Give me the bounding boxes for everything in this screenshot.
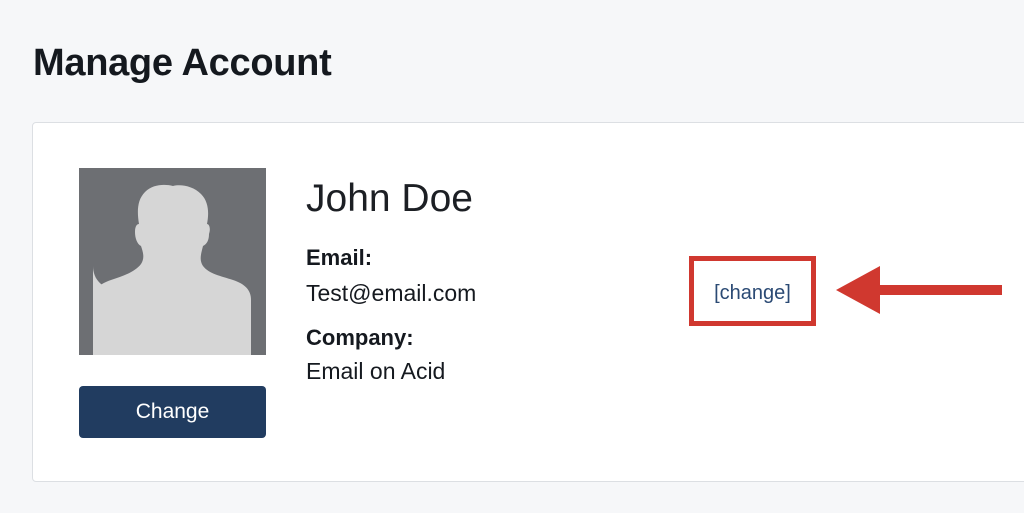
arrow-left-icon — [836, 266, 1002, 314]
change-email-link[interactable]: [change] — [694, 281, 811, 305]
company-value: Email on Acid — [306, 358, 446, 384]
user-name: John Doe — [306, 177, 473, 220]
page-title: Manage Account — [33, 42, 332, 84]
company-label: Company: — [306, 325, 414, 350]
account-card: Change John Doe Email: Test@email.com Co… — [32, 122, 1024, 482]
change-photo-button[interactable]: Change — [79, 386, 266, 438]
annotation-highlight-box: [change] — [689, 256, 816, 326]
user-silhouette-icon — [93, 184, 251, 355]
email-label: Email: — [306, 245, 373, 270]
email-value: Test@email.com — [306, 280, 477, 306]
avatar — [79, 168, 266, 355]
